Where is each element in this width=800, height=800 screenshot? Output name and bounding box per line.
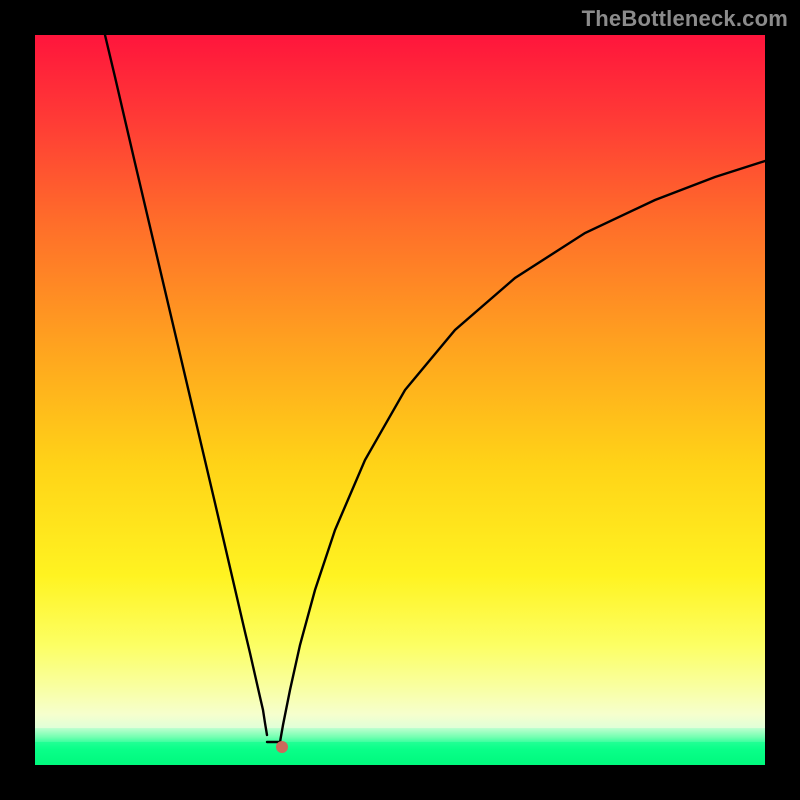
curve-left-branch bbox=[105, 35, 267, 735]
curve-svg bbox=[35, 35, 765, 765]
curve-right-branch bbox=[280, 161, 765, 742]
watermark-text: TheBottleneck.com bbox=[582, 6, 788, 32]
plot-area bbox=[35, 35, 765, 765]
chart-frame: TheBottleneck.com bbox=[0, 0, 800, 800]
trough-marker bbox=[276, 741, 288, 753]
